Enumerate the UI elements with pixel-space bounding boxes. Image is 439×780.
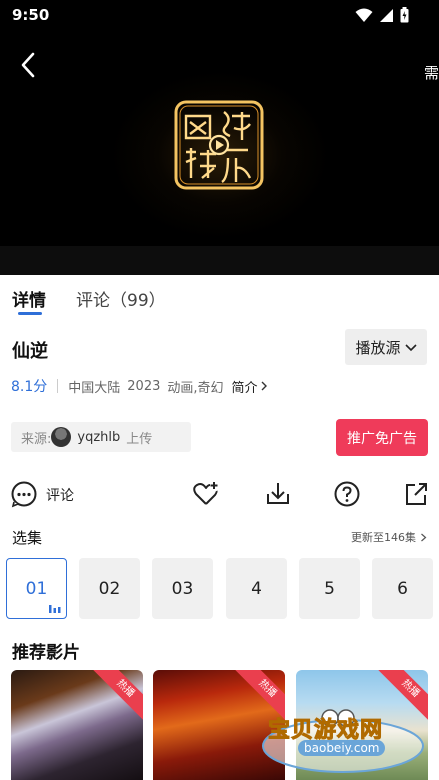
player-bottom-bar [0, 246, 439, 275]
uploader-chip[interactable]: 来源: yqzhlb 上传 [11, 422, 191, 452]
intro-label: 简介 [231, 380, 258, 396]
video-region: 中国大陆 [68, 380, 121, 396]
favorite-add-icon[interactable] [192, 480, 220, 508]
comment-label[interactable]: 评论 [46, 485, 74, 505]
chevron-right-icon [421, 533, 427, 541]
hot-badge: 热播 [90, 670, 143, 724]
wifi-icon [355, 8, 373, 22]
watermark-url: baobeiy.com [298, 740, 386, 756]
signal-icon [380, 8, 393, 22]
tab-comments[interactable]: 评论（99） [76, 286, 166, 311]
chevron-down-icon [404, 344, 417, 352]
episode-label: 4 [251, 578, 262, 599]
episode-label: 5 [324, 578, 335, 599]
episode-item[interactable]: 01 [6, 558, 67, 619]
episode-label: 03 [171, 578, 194, 599]
channel-logo-icon [174, 100, 264, 190]
video-score: 8.1分 [11, 379, 48, 395]
episode-item[interactable]: 4 [226, 558, 287, 619]
uploader-prefix: 来源: [21, 431, 52, 447]
share-icon[interactable] [402, 480, 430, 508]
avatar [51, 427, 72, 447]
intro-link[interactable]: 简介 [232, 377, 268, 396]
detail-tabs: 详情 评论（99） [0, 276, 439, 318]
tab-underline [18, 312, 42, 315]
episode-label: 6 [397, 578, 408, 599]
episode-item[interactable]: 5 [299, 558, 360, 619]
episodes-title: 选集 [12, 529, 43, 547]
status-time: 9:50 [12, 6, 50, 24]
playing-bars-icon [49, 605, 61, 613]
help-icon[interactable] [333, 480, 361, 508]
video-genres: 动画,奇幻 [167, 380, 224, 396]
status-bar: 9:50 [0, 0, 439, 30]
video-player[interactable]: 需 [0, 30, 439, 275]
video-title: 仙逆 [12, 341, 48, 362]
meta-divider [57, 379, 59, 393]
video-year: 2023 [127, 378, 161, 394]
source-select[interactable]: 播放源 [345, 329, 427, 365]
episodes-update-text: 更新至146集 [351, 531, 416, 544]
video-meta: 8.1分 中国大陆 2023 动画,奇幻 简介 [11, 376, 268, 396]
episodes-update[interactable]: 更新至146集 [351, 529, 427, 545]
back-arrow-icon[interactable] [14, 50, 44, 80]
recommend-poster[interactable]: 热播 [11, 670, 143, 780]
download-icon[interactable] [264, 480, 292, 508]
episode-item[interactable]: 03 [152, 558, 213, 619]
episode-item[interactable]: 6 [372, 558, 433, 619]
episode-label: 01 [25, 578, 48, 599]
remove-ads-button[interactable]: 推广免广告 [336, 419, 428, 456]
uploader-suffix: 上传 [126, 431, 153, 447]
battery-icon [400, 7, 409, 23]
player-side-label: 需 [423, 64, 439, 82]
comment-icon[interactable] [10, 480, 38, 508]
tab-details[interactable]: 详情 [12, 286, 46, 311]
episode-item[interactable]: 02 [79, 558, 140, 619]
episode-label: 02 [98, 578, 121, 599]
status-icons [355, 7, 409, 23]
action-row: 评论 [0, 476, 439, 512]
episodes-header: 选集 更新至146集 [0, 525, 439, 547]
chevron-right-icon [261, 381, 267, 391]
recommend-title: 推荐影片 [12, 643, 80, 663]
source-select-label: 播放源 [355, 338, 401, 357]
uploader-name: yqzhlb [77, 429, 121, 445]
